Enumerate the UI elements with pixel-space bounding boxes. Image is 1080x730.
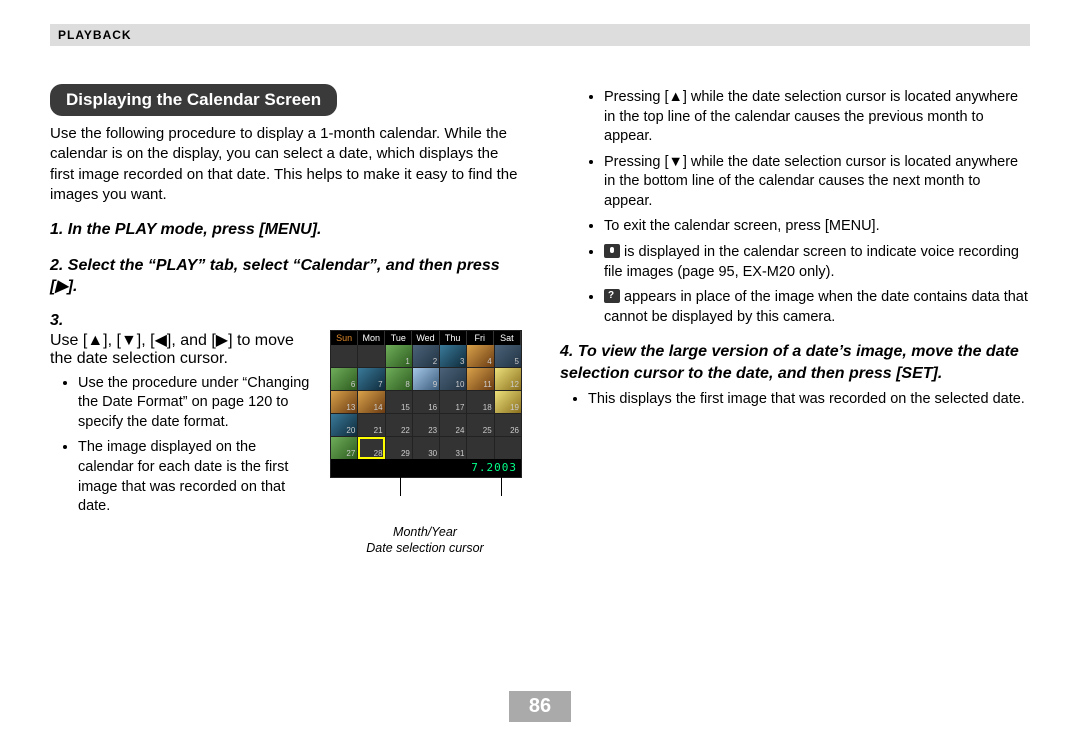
calendar-cell: 10 (440, 368, 466, 390)
calendar-cell: 25 (467, 414, 493, 436)
microphone-icon (604, 244, 620, 258)
calendar-cell: 8 (386, 368, 412, 390)
list-item: is displayed in the calendar screen to i… (604, 243, 1030, 282)
step-4-text: To view the large version of a date’s im… (560, 343, 1019, 382)
calendar-day-label: Thu (440, 331, 467, 345)
calendar-cell: 12 (495, 368, 521, 390)
calendar-cell: 16 (413, 391, 439, 413)
step-4-bullets: This displays the first image that was r… (560, 390, 1030, 410)
calendar-grid: 1234567891011121314151617181920212223242… (331, 345, 521, 459)
calendar-cell (467, 437, 493, 459)
section-header-label: PLAYBACK (50, 24, 1030, 46)
calendar-cell: 4 (467, 345, 493, 367)
calendar-cell: 7 (358, 368, 384, 390)
calendar-cell (358, 345, 384, 367)
calendar-cell: 13 (331, 391, 357, 413)
calendar-cell: 26 (495, 414, 521, 436)
calendar-cell: 31 (440, 437, 466, 459)
page-number: 86 (509, 691, 571, 722)
step-3-more-bullets: Pressing [▲] while the date selection cu… (560, 88, 1030, 327)
list-item: Pressing [▲] while the date selection cu… (604, 88, 1030, 147)
calendar-cell: 27 (331, 437, 357, 459)
annot-cursor: Date selection cursor (366, 541, 483, 555)
calendar-cell: 19 (495, 391, 521, 413)
intro-paragraph: Use the following procedure to display a… (50, 124, 520, 205)
calendar-figure: SunMonTueWedThuFriSat 123456789101112131… (330, 330, 520, 557)
step-2-text: Select the “PLAY” tab, select “Calendar”… (50, 257, 500, 296)
list-item: This displays the first image that was r… (588, 390, 1030, 410)
calendar-cell (495, 437, 521, 459)
step-2: Select the “PLAY” tab, select “Calendar”… (50, 255, 520, 298)
list-item: The image displayed on the calendar for … (78, 438, 312, 516)
calendar-day-label: Fri (467, 331, 494, 345)
calendar-cell: 6 (331, 368, 357, 390)
calendar-day-label: Sun (331, 331, 358, 345)
calendar-cell: 30 (413, 437, 439, 459)
step-4: To view the large version of a date’s im… (560, 341, 1030, 410)
unknown-data-icon (604, 289, 620, 303)
calendar-cell: 23 (413, 414, 439, 436)
calendar-cell: 5 (495, 345, 521, 367)
calendar-cell: 28 (358, 437, 384, 459)
list-item: To exit the calendar screen, press [MENU… (604, 217, 1030, 237)
page-number-wrap: 86 (0, 691, 1080, 722)
list-item: Pressing [▼] while the date selection cu… (604, 153, 1030, 212)
calendar-cell: 3 (440, 345, 466, 367)
calendar-cell: 21 (358, 414, 384, 436)
step-3: Use [▲], [▼], [◀], and [▶] to move the d… (50, 312, 520, 557)
calendar-day-header: SunMonTueWedThuFriSat (331, 331, 521, 345)
calendar-cell: 24 (440, 414, 466, 436)
calendar-cell: 22 (386, 414, 412, 436)
list-item: Use the procedure under “Changing the Da… (78, 374, 312, 433)
left-column: Displaying the Calendar Screen Use the f… (50, 60, 520, 670)
section-header-bar: PLAYBACK (50, 24, 1030, 46)
calendar-cell (331, 345, 357, 367)
calendar-day-label: Wed (412, 331, 439, 345)
calendar-cell: 18 (467, 391, 493, 413)
calendar-cell: 11 (467, 368, 493, 390)
calendar-day-label: Sat (494, 331, 521, 345)
calendar-cell: 15 (386, 391, 412, 413)
calendar-month-year: 7.2003 (331, 459, 521, 477)
list-item: appears in place of the image when the d… (604, 288, 1030, 327)
calendar-cell: 2 (413, 345, 439, 367)
calendar-cell: 9 (413, 368, 439, 390)
right-column: Pressing [▲] while the date selection cu… (560, 60, 1030, 670)
step-1-text: In the PLAY mode, press [MENU]. (68, 221, 322, 238)
step-3-text: Use [▲], [▼], [◀], and [▶] to move the d… (50, 332, 294, 367)
calendar-cell: 1 (386, 345, 412, 367)
annotation-lines (330, 478, 520, 500)
calendar-annotations: Month/Year Date selection cursor (330, 524, 520, 557)
calendar-cell: 17 (440, 391, 466, 413)
calendar-cell: 14 (358, 391, 384, 413)
calendar-day-label: Mon (358, 331, 385, 345)
section-title: Displaying the Calendar Screen (50, 84, 337, 116)
calendar-cell: 20 (331, 414, 357, 436)
calendar-cell: 29 (386, 437, 412, 459)
annot-month-year: Month/Year (393, 525, 457, 539)
step-3-bullets: Use the procedure under “Changing the Da… (50, 374, 312, 517)
step-1: In the PLAY mode, press [MENU]. (50, 219, 520, 241)
calendar-day-label: Tue (385, 331, 412, 345)
